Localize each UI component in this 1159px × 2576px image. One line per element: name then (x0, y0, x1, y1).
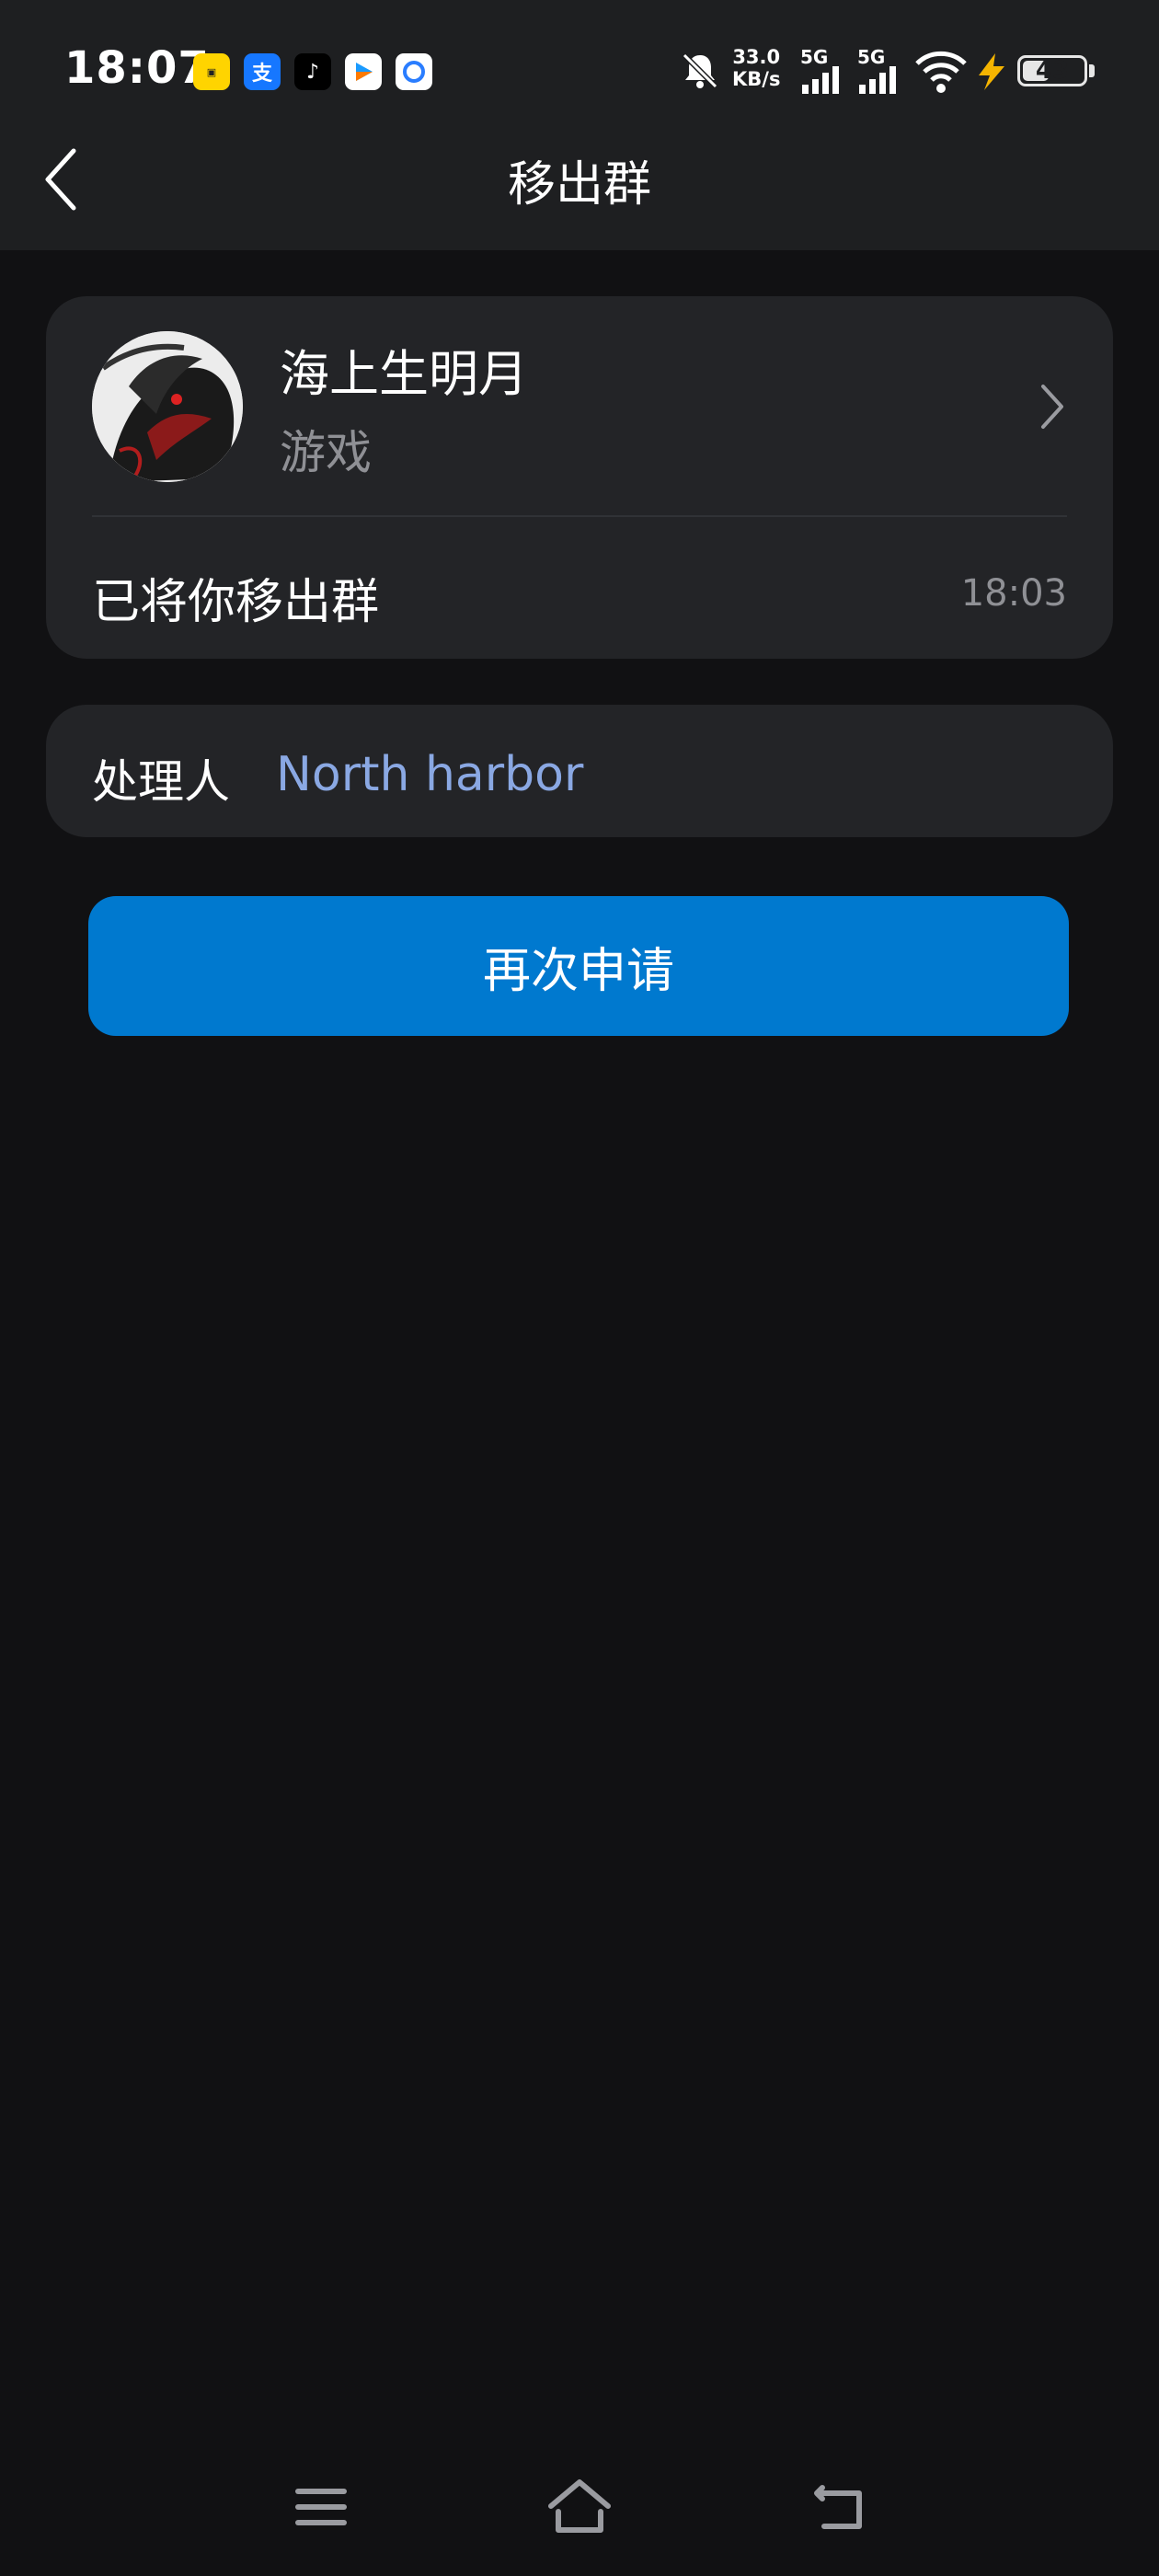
menu-icon[interactable] (280, 2466, 362, 2548)
handler-label: 处理人 (92, 755, 230, 809)
status-time: 18:07 (64, 42, 210, 94)
removal-message: 已将你移出群 (92, 575, 380, 630)
home-icon[interactable] (538, 2466, 621, 2548)
network-speed: 33.0 KB/s (732, 46, 780, 90)
status-bar: 18:07 ▣ 支 ♪ 33.0 KB/s 5G 5G 43 (0, 0, 1159, 138)
alipay-icon: 支 (244, 53, 281, 90)
page-title: 移出群 (507, 157, 651, 213)
group-type: 游戏 (280, 426, 372, 479)
back-nav-icon[interactable] (797, 2466, 879, 2548)
app-shortcut-yellow-icon: ▣ (193, 53, 230, 90)
group-avatar-image (92, 331, 243, 482)
signal-strength-icon (859, 66, 896, 94)
reapply-button[interactable]: 再次申请 (88, 896, 1069, 1036)
handler-card: 处理人 North harbor (46, 705, 1113, 837)
battery-cap (1089, 64, 1095, 77)
group-name: 海上生明月 (280, 345, 528, 403)
video-app-icon (345, 53, 382, 90)
removal-time: 18:03 (960, 572, 1067, 615)
battery-icon: 43 (1017, 55, 1087, 86)
battery-level: 43 (1035, 57, 1070, 85)
group-info-card[interactable]: 海上生明月 游戏 已将你移出群 18:03 (46, 296, 1113, 659)
network-speed-value: 33.0 (732, 46, 781, 68)
handler-name-link[interactable]: North harbor (276, 747, 583, 802)
chevron-right-icon (1041, 385, 1063, 429)
tiktok-icon: ♪ (294, 53, 331, 90)
header: 移出群 (0, 138, 1159, 250)
charging-bolt-icon (979, 53, 1004, 90)
network-speed-unit: KB/s (732, 68, 781, 90)
wifi-icon (915, 51, 967, 93)
browser-app-icon (396, 53, 432, 90)
mute-bell-icon (682, 52, 718, 89)
signal-strength-icon (802, 66, 839, 94)
group-avatar (92, 331, 243, 482)
system-nav-bar (0, 2466, 1159, 2558)
divider (92, 515, 1067, 517)
